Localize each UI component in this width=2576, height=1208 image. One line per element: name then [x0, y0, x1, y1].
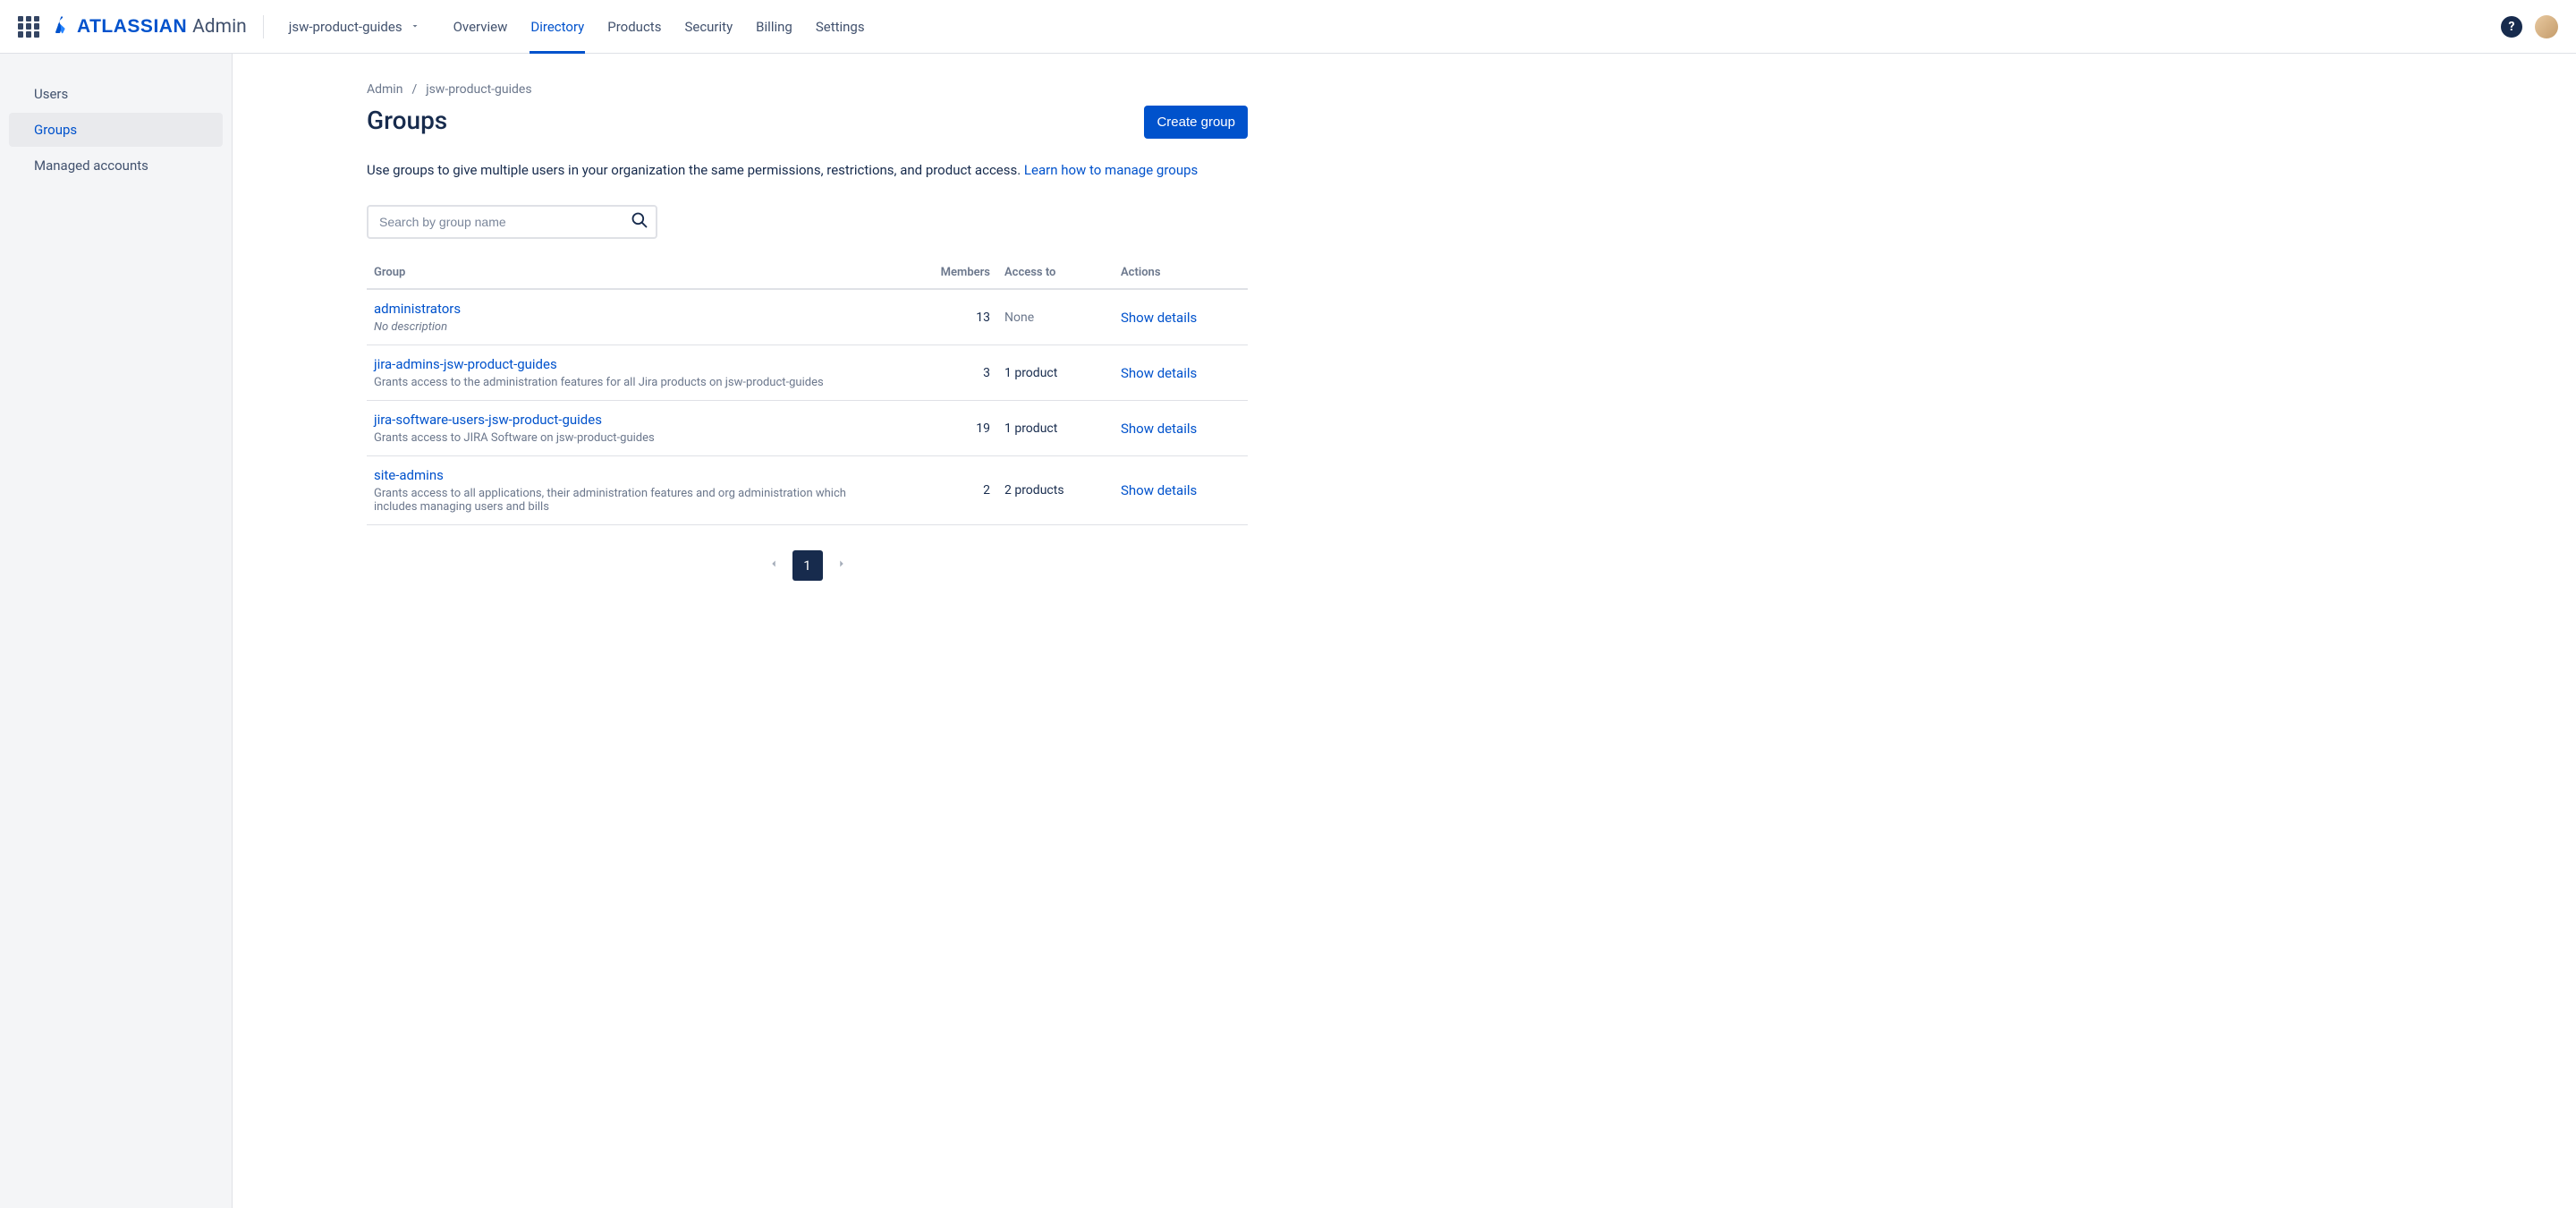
tab-billing[interactable]: Billing [744, 0, 804, 53]
brand-suffix: Admin [192, 16, 247, 38]
chevron-down-icon [410, 19, 420, 35]
group-access: 1 product [997, 345, 1114, 401]
group-desc: Grants access to all applications, their… [374, 487, 883, 514]
group-members: 3 [890, 345, 997, 401]
header-divider [263, 15, 264, 38]
create-group-button[interactable]: Create group [1144, 106, 1248, 139]
search-icon[interactable] [631, 211, 648, 233]
learn-link[interactable]: Learn how to manage groups [1024, 162, 1198, 178]
breadcrumb-sep: / [411, 82, 417, 97]
primary-nav: Overview Directory Products Security Bil… [442, 0, 877, 53]
show-details-link[interactable]: Show details [1121, 482, 1197, 498]
group-desc: Grants access to the administration feat… [374, 376, 883, 389]
breadcrumb-admin[interactable]: Admin [367, 82, 402, 97]
group-members: 19 [890, 401, 997, 456]
breadcrumb-site[interactable]: jsw-product-guides [426, 82, 531, 97]
search-input[interactable] [367, 205, 657, 239]
title-row: Groups Create group [367, 106, 1248, 139]
group-name-link[interactable]: jira-software-users-jsw-product-guides [374, 412, 883, 428]
show-details-link[interactable]: Show details [1121, 310, 1197, 326]
page-title: Groups [367, 106, 447, 135]
brand-logo-link[interactable]: ATLASSIAN Admin [52, 15, 247, 38]
page-prev-icon[interactable] [764, 554, 784, 577]
page-number[interactable]: 1 [792, 550, 823, 581]
group-access: 1 product [997, 401, 1114, 456]
sidebar-item-groups[interactable]: Groups [9, 113, 223, 147]
group-members: 13 [890, 289, 997, 345]
group-access: 2 products [997, 456, 1114, 525]
table-row: jira-admins-jsw-product-guides Grants ac… [367, 345, 1248, 401]
description-text: Use groups to give multiple users in you… [367, 162, 1024, 178]
col-header-access: Access to [997, 259, 1114, 289]
table-row: site-admins Grants access to all applica… [367, 456, 1248, 525]
pagination: 1 [367, 550, 1248, 581]
col-header-group: Group [367, 259, 890, 289]
app-switcher-icon[interactable] [18, 16, 39, 38]
table-row: jira-software-users-jsw-product-guides G… [367, 401, 1248, 456]
main-layout: Users Groups Managed accounts Admin / js… [0, 54, 2576, 1208]
show-details-link[interactable]: Show details [1121, 365, 1197, 381]
tab-security[interactable]: Security [673, 0, 744, 53]
tab-overview[interactable]: Overview [442, 0, 520, 53]
sidebar: Users Groups Managed accounts [0, 54, 233, 1208]
header-right: ? [2501, 15, 2558, 38]
page-next-icon[interactable] [832, 554, 852, 577]
brand-name: ATLASSIAN [77, 16, 187, 38]
top-header: ATLASSIAN Admin jsw-product-guides Overv… [0, 0, 2576, 54]
page-description: Use groups to give multiple users in you… [367, 162, 1248, 178]
group-desc: Grants access to JIRA Software on jsw-pr… [374, 431, 883, 445]
main-content: Admin / jsw-product-guides Groups Create… [233, 54, 2576, 1208]
group-name-link[interactable]: administrators [374, 301, 883, 317]
site-switcher[interactable]: jsw-product-guides [280, 13, 429, 40]
show-details-link[interactable]: Show details [1121, 421, 1197, 437]
tab-products[interactable]: Products [596, 0, 673, 53]
group-desc: No description [374, 320, 883, 334]
col-header-actions: Actions [1114, 259, 1248, 289]
group-members: 2 [890, 456, 997, 525]
group-name-link[interactable]: jira-admins-jsw-product-guides [374, 356, 883, 372]
tab-directory[interactable]: Directory [519, 0, 596, 53]
search-wrap [367, 205, 657, 239]
help-icon[interactable]: ? [2501, 16, 2522, 38]
user-avatar[interactable] [2535, 15, 2558, 38]
sidebar-item-managed-accounts[interactable]: Managed accounts [9, 149, 223, 183]
groups-table: Group Members Access to Actions administ… [367, 259, 1248, 525]
site-switcher-label: jsw-product-guides [289, 19, 402, 35]
atlassian-logo-icon [52, 15, 72, 38]
table-row: administrators No description 13 None Sh… [367, 289, 1248, 345]
sidebar-item-users[interactable]: Users [9, 77, 223, 111]
group-name-link[interactable]: site-admins [374, 467, 883, 483]
tab-settings[interactable]: Settings [804, 0, 877, 53]
group-access: None [997, 289, 1114, 345]
breadcrumb: Admin / jsw-product-guides [367, 82, 1248, 97]
col-header-members: Members [890, 259, 997, 289]
